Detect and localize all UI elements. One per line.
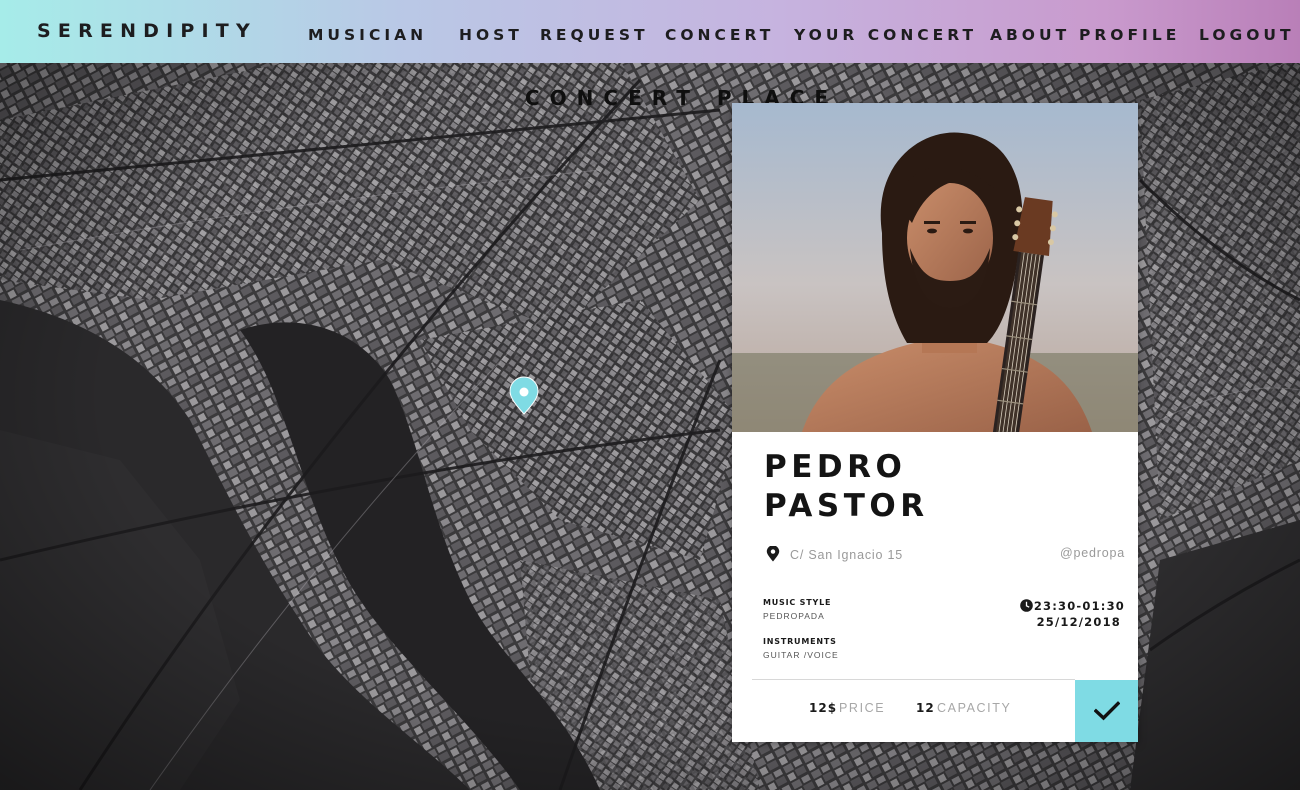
- capacity-value: 12: [916, 701, 935, 715]
- musician-photo: [732, 103, 1138, 432]
- nav-musician[interactable]: MUSICIAN: [308, 26, 427, 44]
- nav-about[interactable]: ABOUT: [990, 26, 1070, 44]
- location-icon: [766, 546, 780, 562]
- clock-icon: [1020, 599, 1033, 612]
- musician-handle[interactable]: @pedropa: [1060, 546, 1125, 560]
- instruments-label: INSTRUMENTS: [763, 637, 837, 646]
- concert-card: PEDRO PASTOR C/ San Ignacio 15 @pedropa …: [732, 103, 1138, 742]
- musician-name: PEDRO PASTOR: [764, 448, 1084, 526]
- musician-first-name: PEDRO: [764, 449, 907, 485]
- price-label: PRICE: [839, 701, 886, 715]
- music-style-label: MUSIC STYLE: [763, 598, 832, 607]
- musician-last-name: PASTOR: [764, 488, 929, 524]
- concert-date: 25/12/2018: [1036, 615, 1121, 629]
- nav-host[interactable]: HOST: [459, 26, 523, 44]
- nav-request[interactable]: REQUEST: [540, 26, 649, 44]
- nav-profile[interactable]: PROFILE: [1079, 26, 1180, 44]
- brand-logo[interactable]: SERENDIPITY: [37, 20, 257, 42]
- price-value: 12$: [809, 701, 838, 715]
- concert-address: C/ San Ignacio 15: [790, 548, 903, 562]
- capacity-label: CAPACITY: [937, 701, 1012, 715]
- nav-your-concert[interactable]: YOUR CONCERT: [794, 26, 977, 44]
- instruments-value: GUITAR /VOICE: [763, 650, 839, 660]
- card-divider: [752, 679, 1075, 680]
- nav-concert[interactable]: CONCERT: [665, 26, 774, 44]
- checkmark-icon: [1093, 701, 1120, 721]
- nav-logout[interactable]: LOGOUT: [1199, 26, 1295, 44]
- concert-time: 23:30-01:30: [1033, 599, 1125, 613]
- music-style-value: PEDROPADA: [763, 611, 825, 621]
- top-nav-bar: SERENDIPITY MUSICIAN HOST REQUEST CONCER…: [0, 0, 1300, 63]
- confirm-button[interactable]: [1075, 680, 1138, 742]
